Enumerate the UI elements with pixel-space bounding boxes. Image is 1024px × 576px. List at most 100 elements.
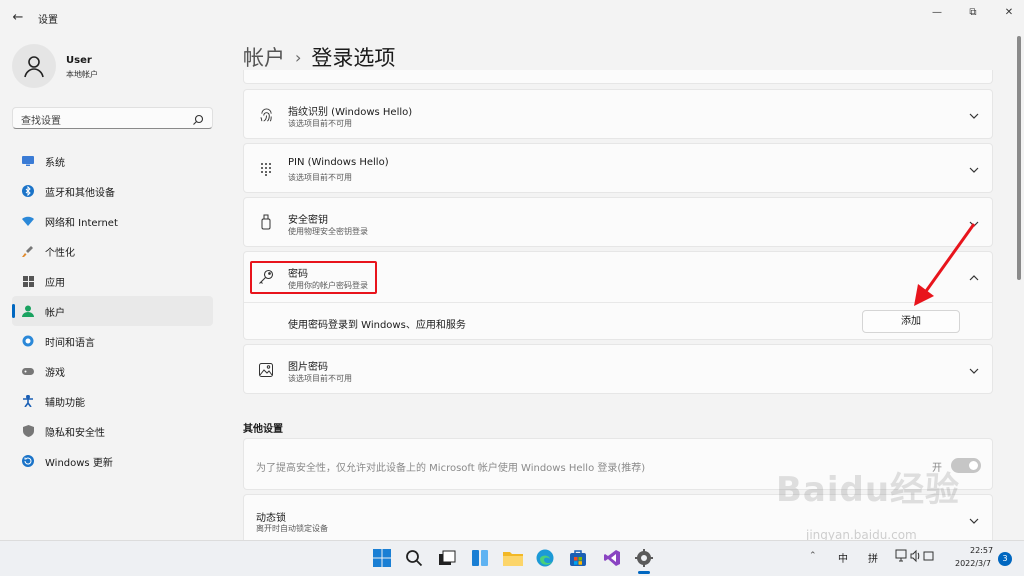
password-detail-text: 使用密码登录到 Windows、应用和服务 [288,320,466,331]
add-password-button[interactable]: 添加 [862,310,960,333]
minimize-icon[interactable]: — [922,6,952,20]
brush-icon [22,245,34,257]
toggle-knob [969,461,978,470]
usb-key-icon [258,214,274,230]
breadcrumb-parent[interactable]: 帐户 [243,46,285,70]
card-title: 指纹识别 (Windows Hello) [288,107,413,118]
chevron-down-icon[interactable] [968,164,980,176]
sidebar-item-label: 帐户 [45,307,65,319]
sidebar-item-label: 个性化 [45,247,75,259]
sidebar-item-label: 时间和语言 [45,337,95,349]
person-icon [22,305,34,317]
globe-icon [22,335,34,347]
notification-badge[interactable]: 3 [998,552,1012,566]
sidebar-item-label: 游戏 [45,367,65,379]
sidebar-item-windows-update[interactable]: Windows 更新 [12,446,213,476]
sidebar-item-label: 辅助功能 [45,397,85,409]
bluetooth-icon [22,185,34,197]
card-subtitle: 该选项目前不可用 [288,173,352,182]
card-title: PIN (Windows Hello) [288,157,389,168]
window-title: 设置 [38,15,58,26]
sidebar-item-apps[interactable]: 应用 [12,266,213,296]
picture-password-card[interactable]: 图片密码 该选项目前不可用 [243,344,993,394]
shield-icon [22,425,34,437]
arrow-annotation [914,223,976,306]
sidebar-item-label: 网络和 Internet [45,217,118,229]
sidebar-item-network[interactable]: 网络和 Internet [12,206,213,236]
partial-card [243,70,993,84]
card-subtitle: 该选项目前不可用 [288,374,352,383]
sidebar-item-label: 隐私和安全性 [45,427,105,439]
sidebar-item-label: Windows 更新 [45,457,113,469]
breadcrumb: 帐户 › 登录选项 [243,42,395,72]
breadcrumb-separator: › [295,48,302,67]
update-icon [22,455,34,467]
card-title: 安全密钥 [288,215,328,226]
sidebar-item-personalization[interactable]: 个性化 [12,236,213,266]
wifi-icon [22,215,34,227]
input-language[interactable]: 中 [838,550,848,565]
page-title: 登录选项 [311,46,396,70]
task-view-icon[interactable] [437,548,457,568]
back-arrow-icon[interactable]: ← [10,10,26,26]
chevron-down-icon[interactable] [968,365,980,377]
close-icon[interactable]: ✕ [994,6,1024,20]
file-explorer-icon[interactable] [503,548,523,568]
sidebar-item-bluetooth[interactable]: 蓝牙和其他设备 [12,176,213,206]
visual-studio-icon[interactable] [602,548,622,568]
edge-icon[interactable] [535,548,555,568]
image-icon [258,362,274,378]
tray-status-icons[interactable] [895,549,935,566]
sidebar-item-gaming[interactable]: 游戏 [12,356,213,386]
divider [244,302,992,303]
monitor-icon [22,155,34,167]
section-heading: 其他设置 [243,424,283,435]
settings-icon[interactable] [634,548,654,568]
title-bar: ← 设置 — ⧉ ✕ [0,0,1024,36]
search-placeholder: 查找设置 [21,116,61,127]
keypad-icon [258,161,274,177]
store-icon[interactable] [568,548,588,568]
restore-icon[interactable]: ⧉ [958,6,988,20]
chevron-up-icon[interactable]: ⌃ [809,551,817,561]
security-key-card[interactable]: 安全密钥 使用物理安全密钥登录 [243,197,993,247]
card-subtitle: 该选项目前不可用 [288,119,352,128]
clock-time[interactable]: 22:57 [970,546,993,555]
chevron-down-icon[interactable] [968,110,980,122]
person-icon [24,56,44,78]
pin-card[interactable]: PIN (Windows Hello) 该选项目前不可用 [243,143,993,193]
avatar[interactable] [12,44,56,88]
gamepad-icon [22,365,34,377]
ime-mode[interactable]: 拼 [868,550,878,565]
accessibility-icon [22,395,34,407]
account-type: 本地帐户 [66,70,98,79]
search-input[interactable]: 查找设置 [12,107,213,129]
fingerprint-card[interactable]: 指纹识别 (Windows Hello) 该选项目前不可用 [243,89,993,139]
sidebar-item-label: 蓝牙和其他设备 [45,187,115,199]
chevron-down-icon[interactable] [968,515,980,527]
user-name: User [66,55,92,66]
active-app-indicator [638,571,650,574]
search-icon[interactable] [404,548,424,568]
sidebar-nav: 系统 蓝牙和其他设备 网络和 Internet 个性化 应用 帐户 时间和语言 … [12,146,213,476]
sidebar-item-accessibility[interactable]: 辅助功能 [12,386,213,416]
card-subtitle: 使用物理安全密钥登录 [288,227,368,236]
clock-date[interactable]: 2022/3/7 [955,559,991,568]
card-title: 图片密码 [288,362,328,373]
apps-icon [22,275,34,287]
scrollbar[interactable] [1017,36,1021,280]
sidebar-item-privacy[interactable]: 隐私和安全性 [12,416,213,446]
windows-start-icon[interactable] [372,548,392,568]
search-icon[interactable] [192,111,204,130]
sidebar-item-label: 系统 [45,157,65,169]
highlight-annotation [250,261,377,294]
sidebar-item-label: 应用 [45,277,65,289]
sidebar-item-accounts[interactable]: 帐户 [12,296,213,326]
network-icon [895,549,934,563]
widgets-icon[interactable] [470,548,490,568]
card-subtitle: 离开时自动锁定设备 [256,524,328,533]
sidebar-item-system[interactable]: 系统 [12,146,213,176]
fingerprint-icon [258,107,274,123]
sidebar-item-time-language[interactable]: 时间和语言 [12,326,213,356]
active-indicator [12,304,15,318]
